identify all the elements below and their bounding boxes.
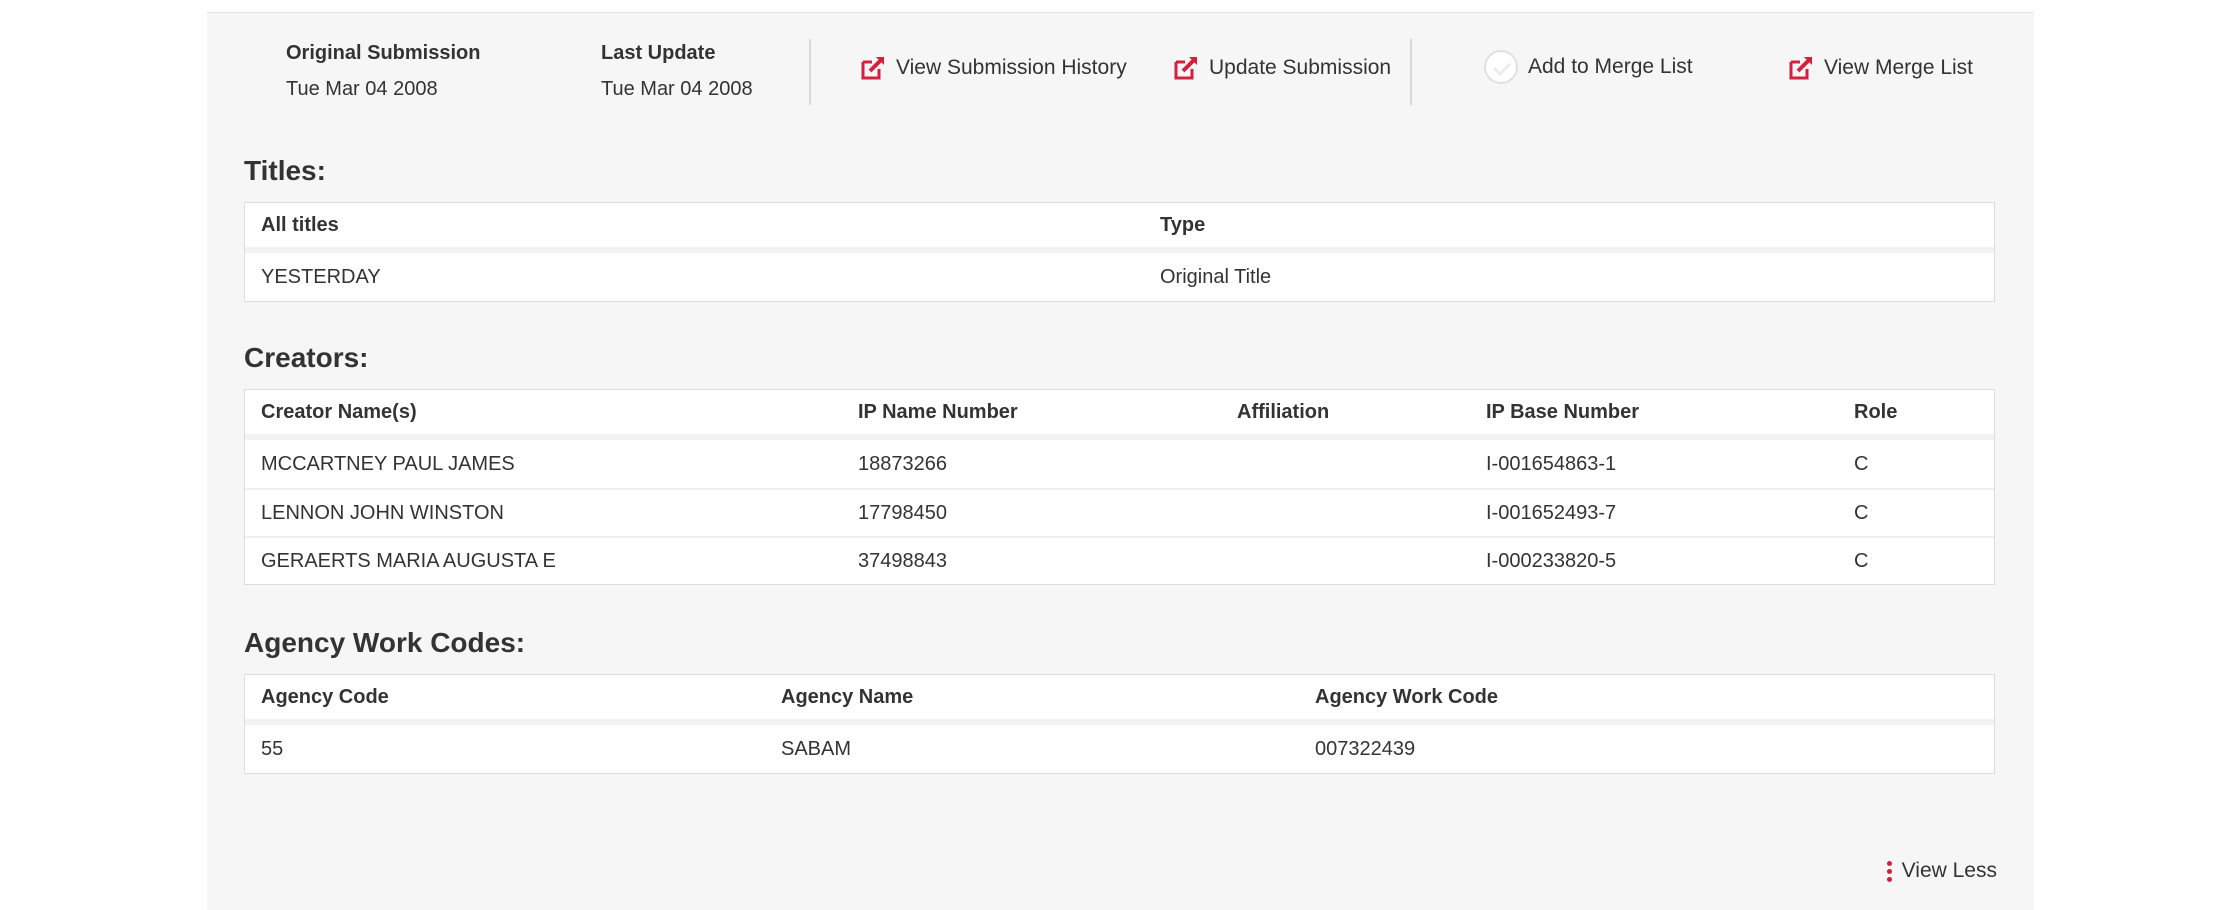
table-header-row: Creator Name(s) IP Name Number Affiliati…: [245, 390, 1994, 440]
update-submission-label: Update Submission: [1209, 56, 1392, 79]
update-submission-button[interactable]: Update Submission: [1173, 55, 1391, 81]
type-cell: Original Title: [1160, 265, 1272, 288]
column-header: IP Base Number: [1486, 400, 1640, 423]
title-cell: YESTERDAY: [261, 265, 381, 288]
creators-heading: Creators:: [244, 342, 369, 373]
add-to-merge-list-button[interactable]: Add to Merge List: [1484, 50, 1693, 84]
external-edit-icon: [1174, 57, 1197, 80]
agency-work-codes-heading: Agency Work Codes:: [244, 627, 526, 658]
titles-table: All titles Type YESTERDAY Original Title: [244, 202, 1995, 302]
divider: [1410, 39, 1412, 105]
agency-work-code-cell: 007322439: [1315, 737, 1416, 760]
view-submission-history-button[interactable]: View Submission History: [860, 55, 1127, 81]
checkbox-circle-icon[interactable]: [1484, 50, 1518, 84]
creator-name-cell: MCCARTNEY PAUL JAMES: [261, 452, 515, 475]
table-row: YESTERDAY Original Title: [245, 253, 1994, 301]
table-row: LENNON JOHN WINSTON 17798450 I-001652493…: [245, 488, 1994, 536]
table-row: 55 SABAM 007322439: [245, 725, 1994, 773]
view-less-label: View Less: [1901, 859, 1997, 882]
ip-name-number-cell: 37498843: [858, 549, 947, 572]
column-header: Agency Name: [781, 685, 914, 708]
external-edit-icon: [1789, 57, 1812, 80]
last-update-label: Last Update: [601, 42, 716, 64]
view-merge-list-button[interactable]: View Merge List: [1788, 55, 1973, 81]
table-row: MCCARTNEY PAUL JAMES 18873266 I-00165486…: [245, 440, 1994, 488]
divider: [809, 39, 811, 105]
last-update-date: Tue Mar 04 2008: [601, 78, 753, 100]
ip-name-number-cell: 18873266: [858, 452, 947, 475]
column-header: Role: [1854, 400, 1898, 423]
column-header: Agency Code: [261, 685, 389, 708]
titles-heading: Titles:: [244, 155, 326, 186]
view-submission-history-label: View Submission History: [896, 56, 1127, 79]
view-less-button[interactable]: View Less: [1886, 859, 1997, 883]
work-details-panel: Original Submission Tue Mar 04 2008 Last…: [207, 12, 2034, 910]
original-submission: Original Submission Tue Mar 04 2008: [286, 41, 480, 101]
creators-table: Creator Name(s) IP Name Number Affiliati…: [244, 389, 1995, 585]
agency-name-cell: SABAM: [781, 737, 852, 760]
table-header-row: All titles Type: [245, 203, 1994, 253]
last-update: Last Update Tue Mar 04 2008: [601, 41, 753, 101]
ip-name-number-cell: 17798450: [858, 501, 947, 524]
creator-name-cell: GERAERTS MARIA AUGUSTA E: [261, 549, 556, 572]
column-header: Agency Work Code: [1315, 685, 1498, 708]
role-cell: C: [1854, 501, 1869, 524]
original-submission-date: Tue Mar 04 2008: [286, 78, 438, 100]
column-header: IP Name Number: [858, 400, 1018, 423]
view-merge-list-label: View Merge List: [1824, 56, 1974, 79]
column-header: Creator Name(s): [261, 400, 417, 423]
agency-code-cell: 55: [261, 737, 284, 760]
role-cell: C: [1854, 549, 1869, 572]
add-to-merge-list-label: Add to Merge List: [1528, 55, 1693, 78]
ip-base-number-cell: I-000233820-5: [1486, 549, 1617, 572]
role-cell: C: [1854, 452, 1869, 475]
external-edit-icon: [861, 57, 884, 80]
creator-name-cell: LENNON JOHN WINSTON: [261, 501, 504, 524]
column-header: All titles: [261, 213, 339, 236]
table-row: GERAERTS MARIA AUGUSTA E 37498843 I-0002…: [245, 536, 1994, 584]
column-header: Affiliation: [1237, 400, 1330, 423]
ip-base-number-cell: I-001654863-1: [1486, 452, 1617, 475]
agency-work-codes-table: Agency Code Agency Name Agency Work Code…: [244, 674, 1995, 774]
ip-base-number-cell: I-001652493-7: [1486, 501, 1617, 524]
kebab-icon: [1886, 860, 1892, 882]
original-submission-label: Original Submission: [286, 42, 481, 64]
table-header-row: Agency Code Agency Name Agency Work Code: [245, 675, 1994, 725]
column-header: Type: [1160, 213, 1206, 236]
